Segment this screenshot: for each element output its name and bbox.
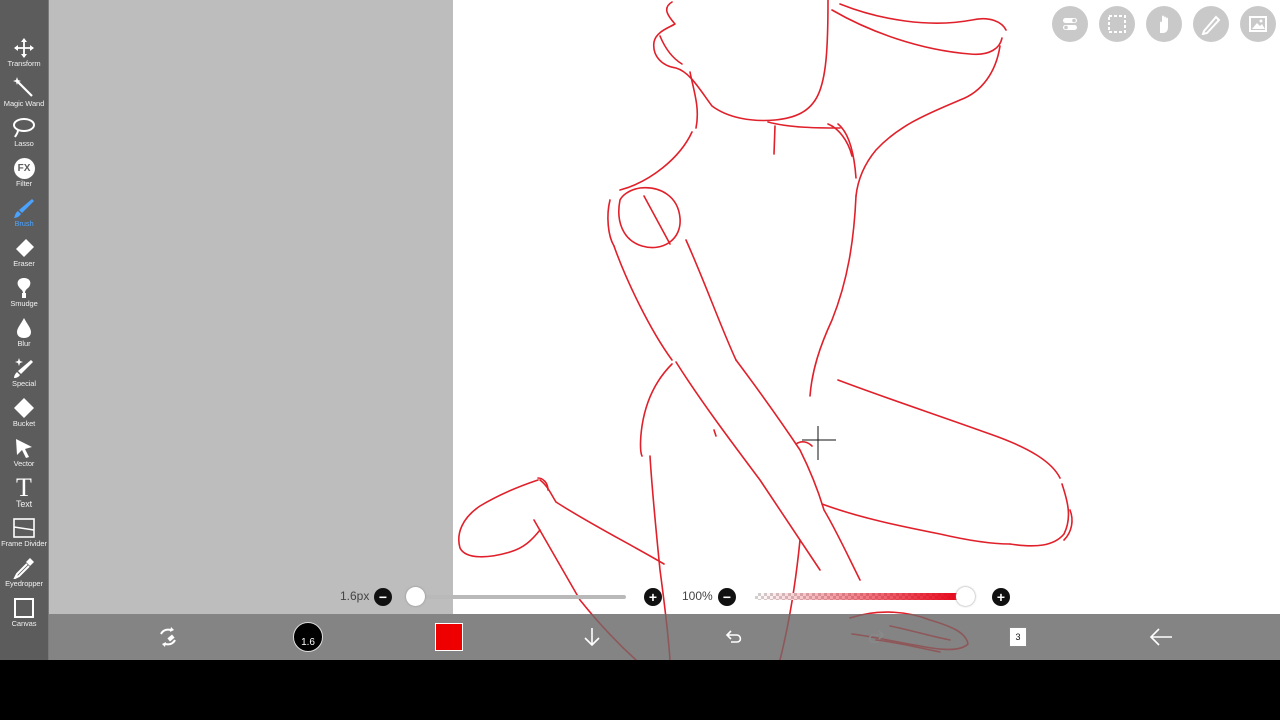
opacity-value: 100% [682, 589, 713, 603]
brush-size-minus-button[interactable]: − [374, 588, 392, 606]
ruler-button[interactable] [1193, 6, 1229, 42]
redo-button[interactable] [864, 614, 888, 660]
tool-vector[interactable]: Vector [0, 432, 48, 472]
blur-drop-icon [17, 318, 31, 338]
brush-size-slider-track[interactable] [411, 595, 626, 599]
tool-label: Text [15, 499, 33, 509]
tool-label: Eraser [13, 259, 35, 268]
brush-size-plus-button[interactable]: + [644, 588, 662, 606]
brush-size-button[interactable]: 1.6 [291, 614, 325, 660]
tool-transform[interactable]: Transform [0, 32, 48, 72]
layers-button[interactable]: 3 [1006, 614, 1030, 660]
redo-icon [868, 630, 885, 643]
app-window: 1.6px − + 100% − + 1.6 3 Transform Magic… [0, 0, 1280, 660]
tool-label: Special [12, 379, 36, 388]
brush-size-value: 1.6px [340, 589, 370, 603]
brush-size-indicator: 1.6 [293, 622, 323, 652]
brush-icon [14, 199, 34, 218]
tool-bucket[interactable]: Bucket [0, 392, 48, 432]
tool-brush[interactable]: Brush [0, 192, 48, 232]
selection-icon [1108, 15, 1126, 33]
tool-label: Smudge [10, 299, 38, 308]
gallery-button[interactable] [1240, 6, 1276, 42]
tool-lasso[interactable]: Lasso [0, 112, 48, 152]
eraser-icon [16, 239, 34, 257]
tool-text[interactable]: T Text [0, 472, 48, 512]
layers-icon: 3 [1009, 627, 1027, 647]
special-brush-icon [14, 358, 33, 378]
bucket-icon [14, 398, 34, 418]
tool-label: Vector [13, 459, 35, 468]
canvas-icon [14, 598, 34, 618]
back-button[interactable] [1148, 614, 1174, 660]
tool-eyedropper[interactable]: Eyedropper [0, 552, 48, 592]
swap-tools-button[interactable] [152, 614, 184, 660]
frame-divider-icon [13, 518, 35, 538]
minus-icon: − [722, 589, 732, 605]
tool-special[interactable]: Special [0, 352, 48, 392]
ruler-pen-icon [1201, 15, 1221, 35]
tool-label: Brush [14, 219, 34, 228]
tool-label: Transform [7, 59, 41, 68]
plus-icon: + [648, 589, 658, 605]
tool-smudge[interactable]: Smudge [0, 272, 48, 312]
download-icon [584, 628, 600, 647]
tool-canvas[interactable]: Canvas [0, 592, 48, 632]
tool-frame-divider[interactable]: Frame Divider [0, 512, 48, 552]
undo-button[interactable] [722, 614, 746, 660]
opacity-slider-thumb[interactable] [956, 587, 975, 606]
tool-label: Lasso [14, 139, 34, 148]
image-gallery-icon [1249, 16, 1267, 32]
swap-tools-icon [160, 627, 176, 647]
eyedropper-icon [13, 558, 34, 579]
opacity-minus-button[interactable]: − [718, 588, 736, 606]
opacity-plus-button[interactable]: + [992, 588, 1010, 606]
tool-label: Eyedropper [5, 579, 43, 588]
magic-wand-icon [13, 77, 33, 97]
fx-icon: FX [13, 157, 35, 179]
gesture-button[interactable] [1146, 6, 1182, 42]
toggle-menu-icon [1063, 18, 1077, 30]
bottom-toolbar: 1.6 3 [48, 614, 1280, 660]
tool-label: Blur [17, 339, 31, 348]
tool-label: Canvas [11, 619, 37, 628]
tool-filter[interactable]: FX Filter [0, 152, 48, 192]
smudge-icon [17, 278, 31, 298]
move-icon [14, 38, 34, 58]
selection-button[interactable] [1099, 6, 1135, 42]
back-arrow-icon [1149, 628, 1172, 646]
plus-icon: + [996, 589, 1006, 605]
vector-arrow-icon [16, 439, 32, 458]
fx-glyph: FX [17, 162, 31, 174]
tool-label: Filter [15, 179, 33, 188]
tool-blur[interactable]: Blur [0, 312, 48, 352]
lasso-icon [13, 118, 35, 138]
color-swatch [435, 623, 463, 651]
minus-icon: − [378, 589, 388, 605]
tool-eraser[interactable]: Eraser [0, 232, 48, 272]
tool-magic-wand[interactable]: Magic Wand [0, 72, 48, 112]
opacity-slider-track[interactable] [755, 593, 965, 600]
tool-label: Magic Wand [3, 99, 45, 108]
brush-size-indicator-label: 1.6 [301, 637, 315, 648]
sketch-drawing [458, 0, 1073, 660]
tool-label: Bucket [12, 419, 36, 428]
layer-merge-down-button[interactable] [580, 614, 604, 660]
color-button[interactable] [434, 614, 464, 660]
undo-icon [725, 630, 742, 643]
hand-gesture-icon [1160, 15, 1168, 33]
text-icon: T [16, 473, 32, 502]
tool-sidebar: Transform Magic Wand Lasso FX Filter Bru… [0, 0, 49, 660]
tool-label: Frame Divider [1, 539, 47, 548]
toggle-menu-button[interactable] [1052, 6, 1088, 42]
